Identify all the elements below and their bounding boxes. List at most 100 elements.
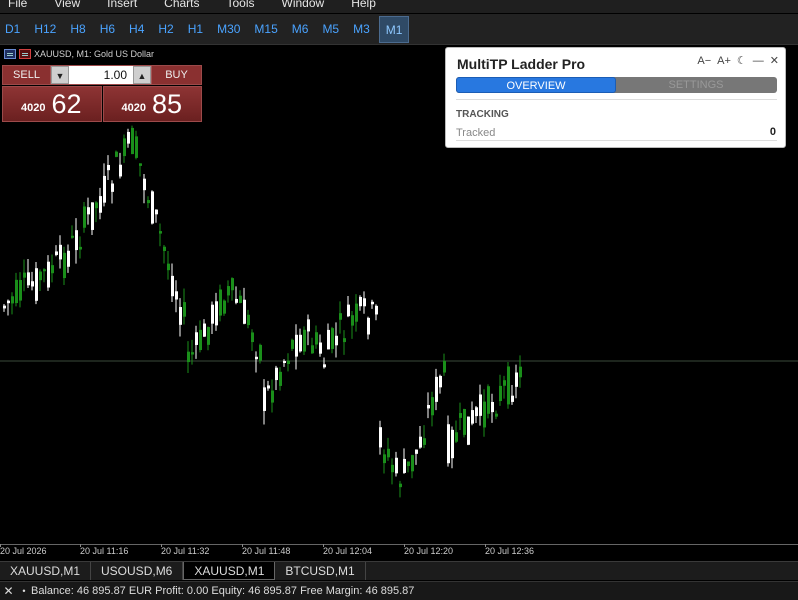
candle-body — [487, 386, 490, 414]
candle-body — [35, 268, 38, 301]
minimize-icon[interactable]: — — [753, 55, 764, 68]
chart-tab[interactable]: BTCUSD,M1 — [275, 562, 366, 580]
candle-body — [327, 329, 330, 350]
candle-body — [295, 334, 298, 357]
close-icon[interactable]: ✕ — [770, 55, 779, 68]
candle-body — [95, 202, 98, 209]
timeframe-m1[interactable]: M1 — [378, 15, 410, 43]
divider — [456, 99, 777, 100]
candle-body — [59, 244, 62, 260]
timeframe-m15[interactable]: M15 — [249, 16, 282, 43]
candle-body — [31, 281, 34, 287]
time-label: 20 Jul 12:04 — [323, 546, 373, 556]
candle-body — [7, 300, 10, 304]
chart-list-icon[interactable] — [4, 49, 16, 59]
bid-price-button[interactable]: 4020 62 — [2, 86, 102, 122]
timeframe-h4[interactable]: H4 — [124, 16, 149, 43]
candle-body — [491, 401, 494, 413]
candle-body — [451, 429, 454, 459]
multitp-title: MultiTP Ladder Pro — [457, 56, 586, 72]
lot-size-input[interactable]: 1.00 — [69, 66, 133, 84]
timeframe-m5[interactable]: M5 — [317, 16, 344, 43]
bullet-icon: • — [22, 586, 26, 596]
candle-body — [11, 296, 14, 304]
candle-body — [131, 127, 134, 155]
close-icon[interactable]: ✕ — [0, 584, 17, 598]
candle-body — [287, 360, 290, 364]
ask-price-button[interactable]: 4020 85 — [102, 86, 202, 122]
candle-body — [3, 305, 6, 309]
candle-body — [195, 332, 198, 345]
candle-body — [147, 200, 150, 204]
timeframe-m3[interactable]: M3 — [348, 16, 375, 43]
timeframe-d1[interactable]: D1 — [0, 16, 25, 43]
chart-tab-active[interactable]: XAUUSD,M1 — [183, 562, 276, 580]
timeframe-h6[interactable]: H6 — [95, 16, 120, 43]
candle-body — [279, 371, 282, 386]
tab-overview[interactable]: OVERVIEW — [456, 77, 616, 93]
candle-body — [443, 360, 446, 373]
chart-symbol-title: XAUUSD, M1: Gold US Dollar — [4, 49, 154, 59]
timeframe-m30[interactable]: M30 — [212, 16, 245, 43]
multitp-tabs: OVERVIEW SETTINGS — [456, 77, 777, 93]
font-decrease-button[interactable]: A− — [697, 55, 711, 68]
menu-view[interactable]: View — [46, 0, 80, 9]
candle-body — [199, 329, 202, 351]
candle-body — [239, 295, 242, 303]
candle-body — [19, 280, 22, 301]
lot-increase-button[interactable]: ▲ — [133, 66, 151, 84]
candle-body — [103, 175, 106, 203]
candle-body — [391, 464, 394, 473]
candle-body — [127, 131, 130, 144]
triangle-up-icon: ▲ — [137, 71, 147, 81]
multitp-controls: A− A+ ☾ — ✕ — [697, 55, 779, 68]
candle-body — [367, 317, 370, 335]
chart-tab[interactable]: XAUUSD,M1 — [0, 562, 92, 580]
price-chart[interactable]: XAUUSD, M1: Gold US Dollar SELL ▼ 1.00 ▲… — [0, 46, 798, 544]
candle-body — [271, 390, 274, 403]
candle-body — [167, 263, 170, 271]
tab-settings[interactable]: SETTINGS — [616, 77, 776, 93]
candle-body — [395, 457, 398, 474]
font-increase-button[interactable]: A+ — [717, 55, 731, 68]
candle-body — [63, 252, 66, 279]
candle-body — [471, 410, 474, 424]
sell-button[interactable]: SELL — [3, 66, 51, 84]
multitp-ladder-panel: MultiTP Ladder Pro A− A+ ☾ — ✕ OVERVIEW … — [445, 47, 786, 148]
candle-body — [283, 361, 286, 364]
menu-tools[interactable]: Tools — [219, 0, 255, 9]
candle-body — [319, 342, 322, 354]
menu-insert[interactable]: Insert — [99, 0, 137, 9]
timeframe-h1[interactable]: H1 — [183, 16, 208, 43]
chart-toolbox-icon[interactable] — [19, 49, 31, 59]
candle-body — [47, 261, 50, 288]
candle-body — [507, 366, 510, 405]
timeframe-h12[interactable]: H12 — [29, 16, 61, 43]
candle-body — [247, 314, 250, 326]
candle-body — [503, 380, 506, 386]
candle-body — [211, 304, 214, 324]
candle-body — [275, 367, 278, 381]
candle-body — [219, 289, 222, 316]
candle-body — [207, 327, 210, 345]
time-label: 20 Jul 12:36 — [485, 546, 535, 556]
menu-file[interactable]: File — [0, 0, 27, 9]
timeframe-h2[interactable]: H2 — [153, 16, 178, 43]
timeframe-m6[interactable]: M6 — [287, 16, 314, 43]
timeframe-h8[interactable]: H8 — [65, 16, 90, 43]
candle-body — [419, 436, 422, 448]
candle-body — [519, 366, 522, 378]
moon-icon[interactable]: ☾ — [737, 55, 747, 68]
menu-window[interactable]: Window — [274, 0, 325, 9]
candle-body — [263, 387, 266, 411]
candle-body — [291, 339, 294, 349]
lot-decrease-button[interactable]: ▼ — [51, 66, 69, 84]
buy-button[interactable]: BUY — [151, 66, 201, 84]
candle-body — [71, 235, 74, 238]
menu-help[interactable]: Help — [343, 0, 376, 9]
candle-body — [135, 136, 138, 158]
menu-charts[interactable]: Charts — [156, 0, 199, 9]
candle-body — [411, 455, 414, 472]
candle-body — [39, 271, 42, 281]
chart-tab[interactable]: USOUSD,M6 — [91, 562, 184, 580]
